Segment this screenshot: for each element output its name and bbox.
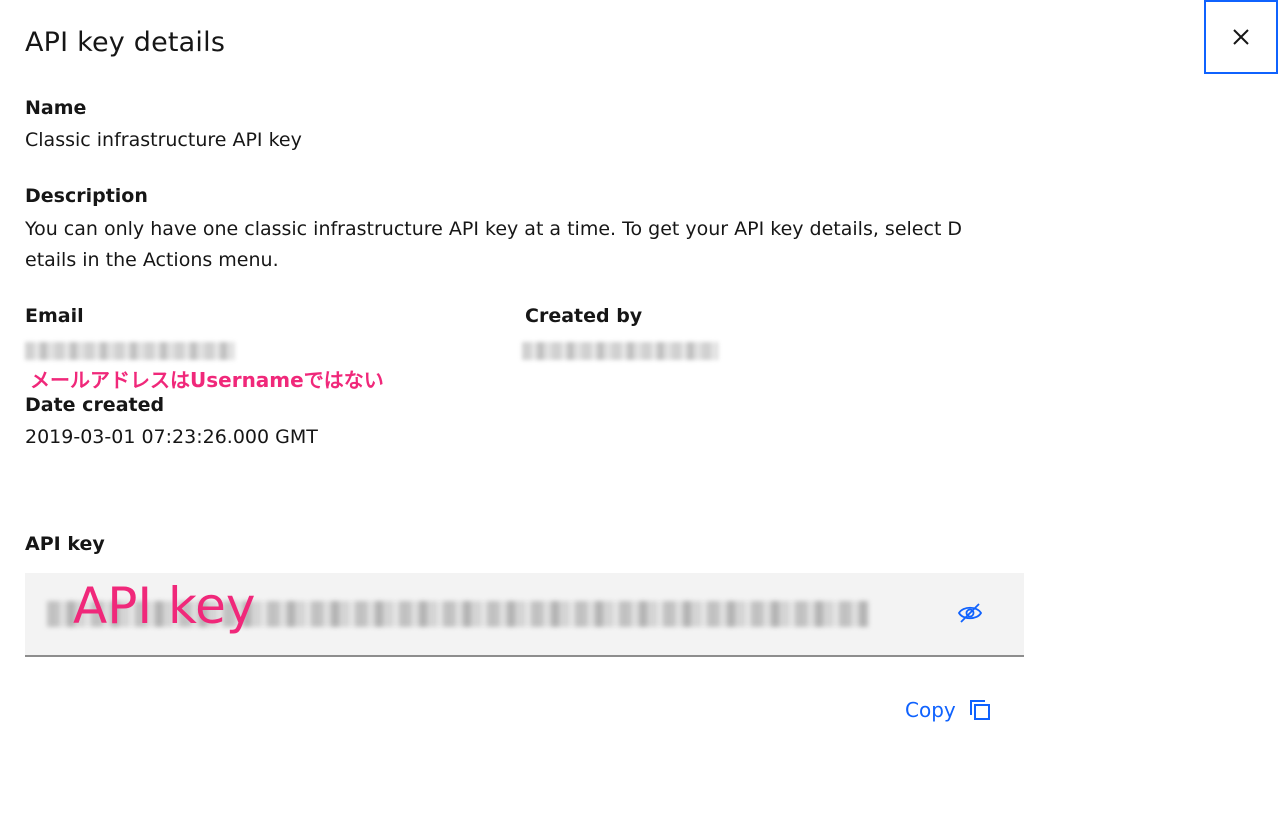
date-created-label: Date created [25,394,165,416]
email-annotation: メールアドレスはUsernameではない [30,368,384,392]
api-key-details-panel: API key details Name Classic infrastruct… [0,0,1278,826]
copy-label: Copy [905,698,956,722]
api-key-annotation: API key [73,577,256,635]
date-created-value: 2019-03-01 07:23:26.000 GMT [25,426,318,448]
description-label: Description [25,185,148,207]
email-value-redacted [25,342,235,360]
copy-button[interactable]: Copy [905,695,992,725]
api-key-field[interactable]: API key [25,573,1024,657]
copy-icon [969,700,990,720]
close-button[interactable] [1204,0,1278,74]
email-label: Email [25,305,84,327]
name-value: Classic infrastructure API key [25,129,302,151]
view-off-icon [957,603,983,623]
api-key-label: API key [25,533,105,555]
close-icon [1233,29,1249,45]
description-value-line1: You can only have one classic infrastruc… [25,218,963,240]
visibility-toggle-button[interactable] [956,599,984,627]
description-value-line2: etails in the Actions menu. [25,249,279,271]
page-title: API key details [25,27,226,58]
created-by-value-redacted [522,342,718,360]
created-by-label: Created by [525,305,643,327]
name-label: Name [25,97,87,119]
